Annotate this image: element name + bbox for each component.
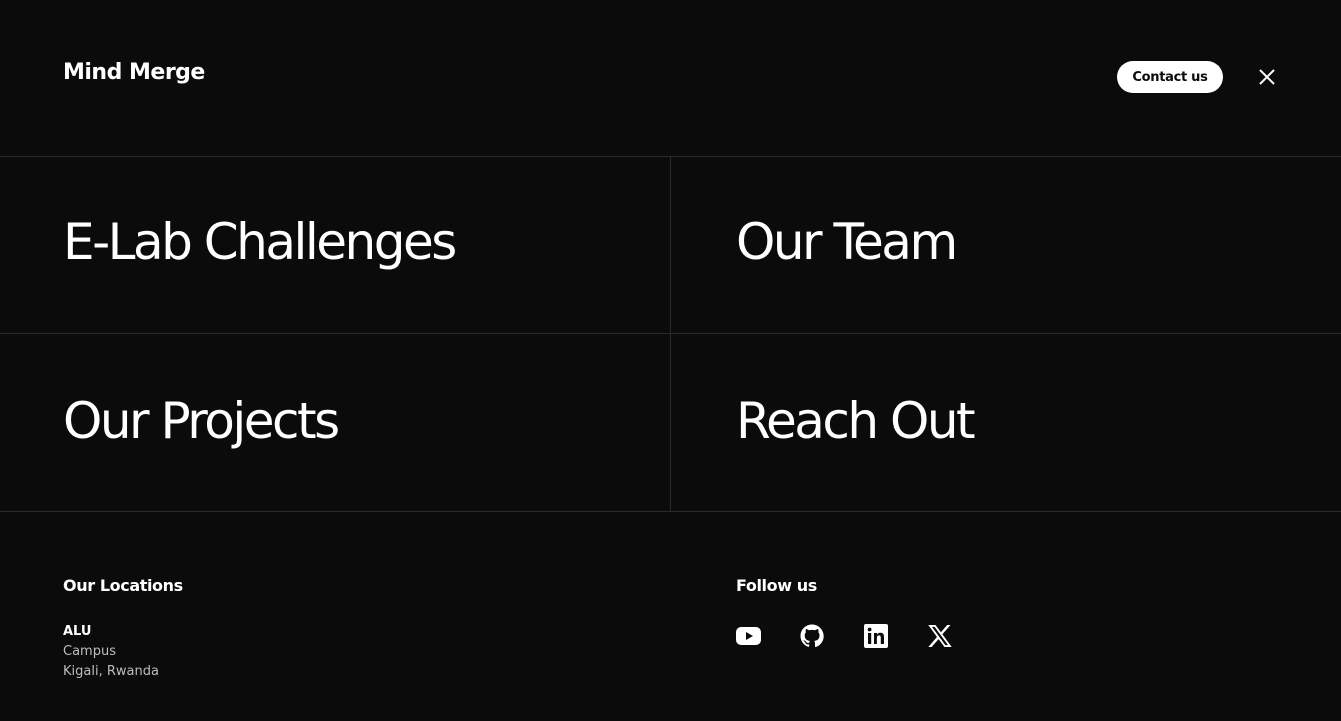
social-links (735, 623, 976, 649)
location-line: Kigali, Rwanda (63, 664, 159, 679)
nav-item-label: E-Lab Challenges (63, 213, 457, 271)
nav-item-e-lab-challenges[interactable]: E-Lab Challenges (0, 157, 671, 334)
locations-heading: Our Locations (63, 576, 183, 595)
close-icon[interactable] (1254, 64, 1280, 90)
nav-item-our-projects[interactable]: Our Projects (0, 334, 671, 512)
follow-section: Follow us (735, 576, 976, 649)
location-name: ALU (63, 624, 92, 639)
x-icon[interactable] (927, 623, 953, 649)
nav-item-our-team[interactable]: Our Team (671, 157, 1341, 334)
github-icon[interactable] (799, 623, 825, 649)
header: Mind Merge Contact us (0, 0, 1341, 157)
nav-menu-grid: E-Lab Challenges Our Team Our Projects R… (0, 157, 1341, 512)
brand-logo-text[interactable]: Mind Merge (63, 60, 205, 85)
nav-item-reach-out[interactable]: Reach Out (671, 334, 1341, 512)
locations-section: Our Locations ALU Campus Kigali, Rwanda (63, 576, 183, 682)
youtube-icon[interactable] (735, 623, 761, 649)
contact-us-button[interactable]: Contact us (1117, 61, 1223, 93)
menu-overlay: Mind Merge Contact us E-Lab Challenges O… (0, 0, 1341, 721)
nav-item-label: Our Projects (63, 392, 340, 450)
nav-item-label: Reach Out (736, 392, 976, 450)
location-line: Campus (63, 644, 116, 659)
follow-heading: Follow us (736, 576, 817, 595)
nav-item-label: Our Team (736, 213, 958, 271)
linkedin-icon[interactable] (863, 623, 889, 649)
